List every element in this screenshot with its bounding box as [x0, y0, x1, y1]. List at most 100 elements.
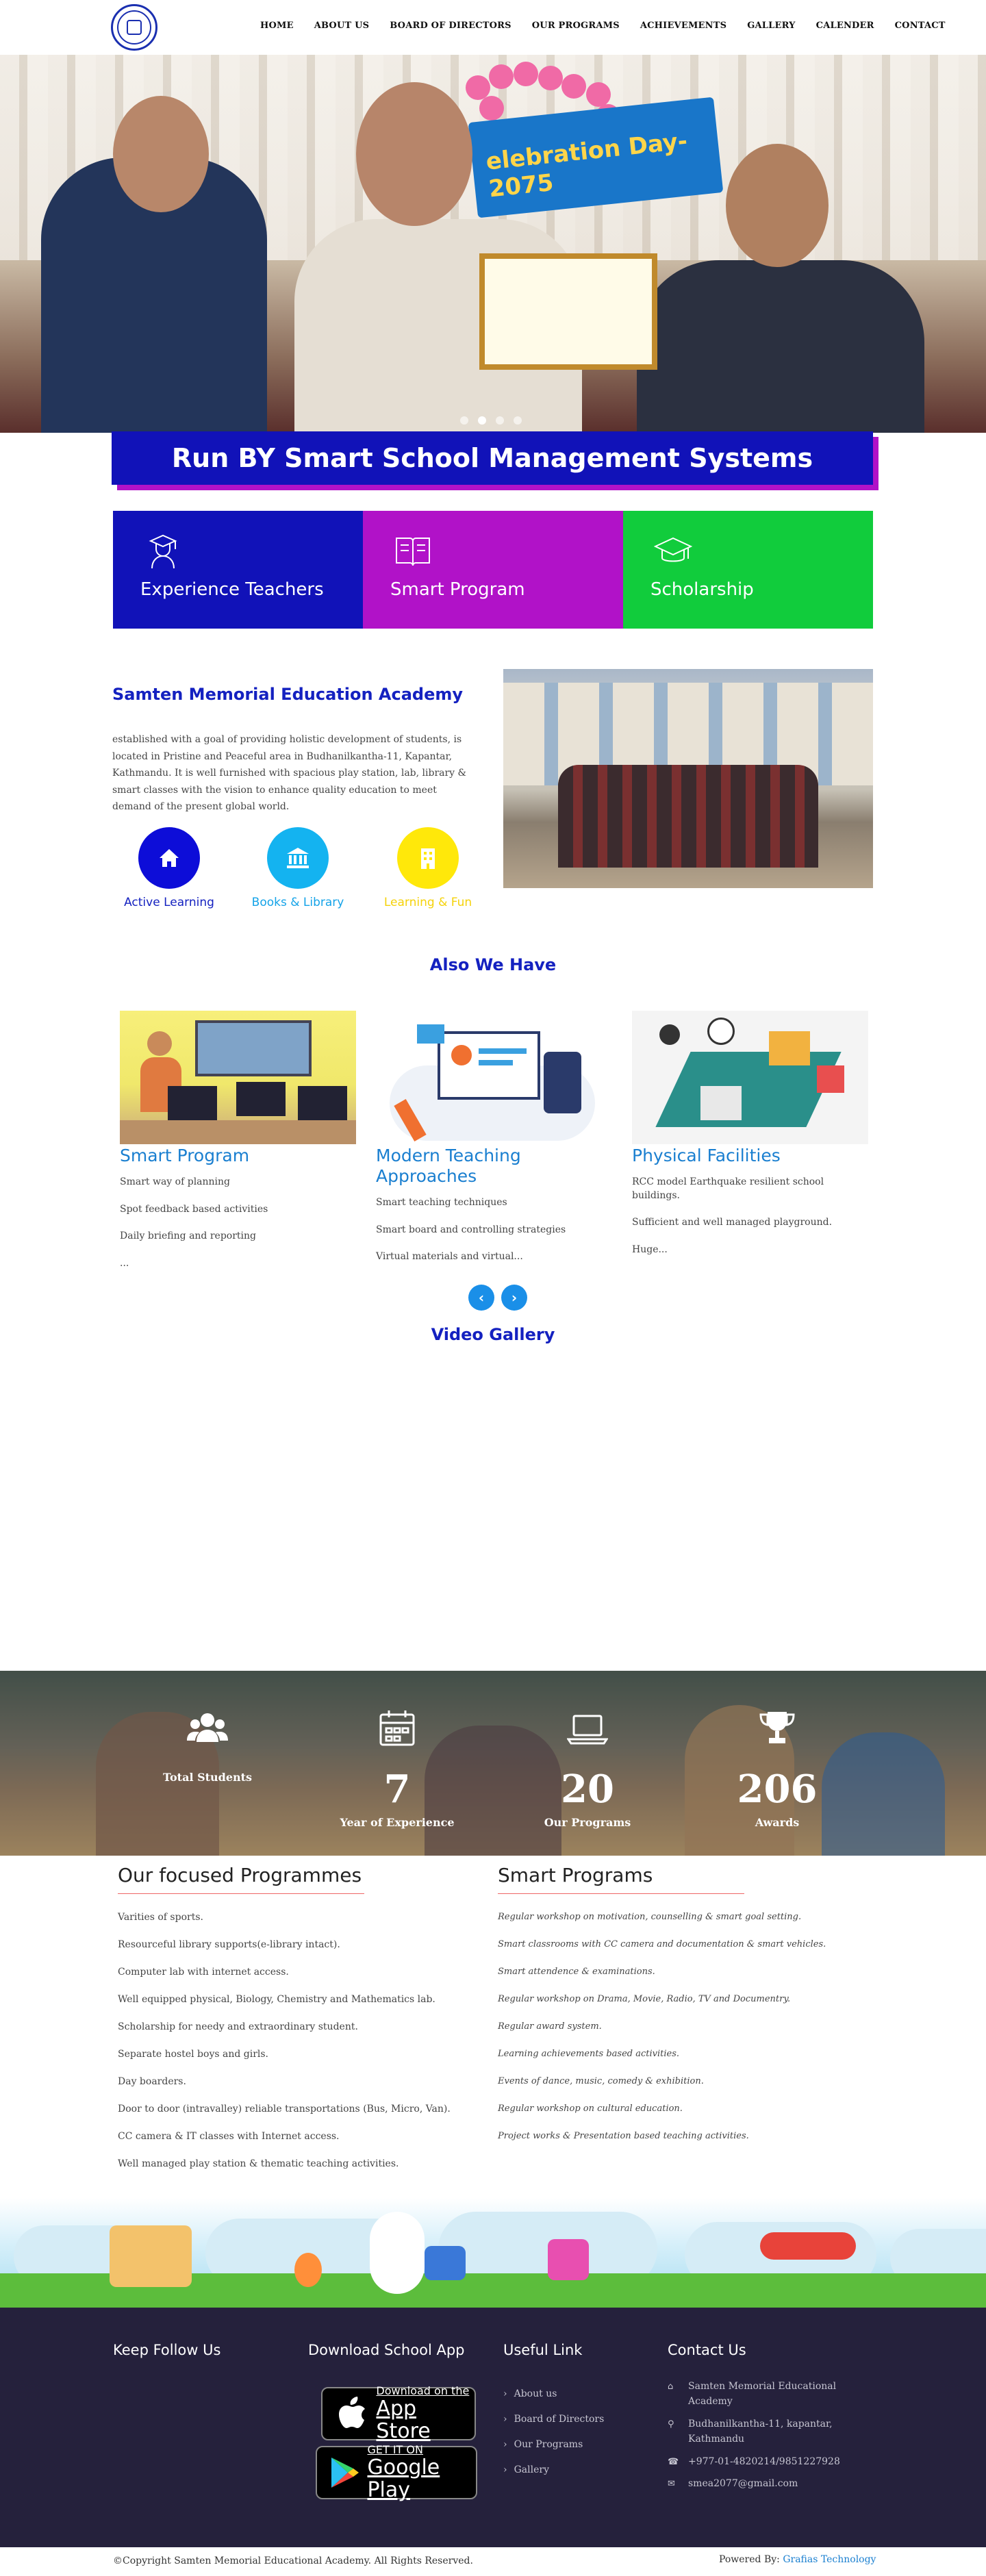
footer-link-about-us[interactable]: About us — [503, 2382, 604, 2407]
nav-achievements[interactable]: ACHIEVEMENTS — [640, 21, 726, 31]
active-learning-item[interactable]: Active Learning — [118, 827, 220, 909]
feature-label: Smart Program — [390, 579, 525, 600]
app-store-big-text: App Store — [376, 2396, 431, 2443]
users-icon — [187, 1713, 228, 1742]
card-item: ... — [120, 1257, 129, 1269]
nav-calender[interactable]: CALENDER — [816, 21, 874, 31]
google-play-small-text: GET IT ON — [367, 2443, 423, 2457]
contact-text[interactable]: smea2077@gmail.com — [688, 2478, 798, 2489]
app-store-button[interactable]: Download on the App Store — [321, 2385, 476, 2443]
carousel-controls: ‹ › — [468, 1285, 527, 1311]
laptop-icon — [567, 1715, 608, 1745]
stat-label: Total Students — [162, 1771, 253, 1784]
feature-experience-teachers[interactable]: Experience Teachers — [113, 511, 363, 629]
building-icon — [397, 827, 459, 889]
about-group-photo — [503, 669, 873, 888]
nav-gallery[interactable]: GALLERY — [747, 21, 795, 31]
list-item: Varities of sports. — [118, 1912, 203, 1923]
footer-link-gallery[interactable]: Gallery — [503, 2458, 604, 2483]
school-logo[interactable] — [111, 4, 157, 51]
nav-home[interactable]: HOME — [260, 21, 294, 31]
list-item: Well equipped physical, Biology, Chemist… — [118, 1994, 435, 2005]
footer-contact-list: ⌂ Samten Memorial Educational Academy ⚲ Bu… — [668, 2379, 852, 2491]
title-underline — [118, 1893, 364, 1894]
footer-link-programs[interactable]: Our Programs — [503, 2432, 604, 2458]
footer-bottom-bar: ©Copyright Samten Memorial Educational A… — [0, 2547, 986, 2576]
hero-slider[interactable]: elebration Day-2075 — [0, 55, 986, 433]
footer-contact-title: Contact Us — [668, 2342, 746, 2358]
graduation-cap-icon — [654, 537, 692, 562]
card-item: Daily briefing and reporting — [120, 1230, 256, 1242]
book-icon — [396, 538, 430, 566]
list-item: Smart classrooms with CC camera and docu… — [498, 1939, 826, 1949]
contact-location: ⚲ Budhanilkantha-11, kapantar, Kathmandu — [668, 2416, 852, 2447]
card-item: Smart board and controlling strategies — [376, 1224, 566, 1235]
contact-text: Samten Memorial Educational Academy — [688, 2381, 837, 2408]
smart-programs: Smart Programs Regular workshop on motiv… — [498, 1864, 854, 2150]
hero-certificate — [479, 253, 657, 370]
powered-by-link[interactable]: Grafias Technology — [783, 2554, 876, 2565]
feature-scholarship[interactable]: Scholarship — [623, 511, 873, 629]
card-modern-teaching[interactable]: Modern Teaching Approaches Smart teachin… — [376, 1011, 612, 1278]
card-smart-program[interactable]: Smart Program Smart way of planning Spot… — [120, 1011, 356, 1284]
contact-text[interactable]: +977-01-4820214/9851227928 — [688, 2456, 840, 2467]
features-row: Experience Teachers Smart Program Schola… — [113, 511, 873, 629]
focused-programmes: Our focused Programmes Varities of sport… — [118, 1864, 474, 2177]
nav-board-of-directors[interactable]: BOARD OF DIRECTORS — [390, 21, 511, 31]
footer-useful-links: Useful Link About us Board of Directors … — [503, 2342, 604, 2483]
card-title: Smart Program — [120, 1146, 250, 1165]
card-item: Smart teaching techniques — [376, 1197, 507, 1208]
list-item: Day boarders. — [118, 2076, 186, 2087]
card-physical-facilities[interactable]: Physical Facilities RCC model Earthquake… — [632, 1011, 868, 1270]
smart-programs-list: Regular workshop on motivation, counsell… — [498, 1904, 854, 2150]
card-list: Smart teaching techniques Smart board an… — [376, 1196, 612, 1264]
hero-dot[interactable] — [460, 416, 468, 425]
list-item: Learning achievements based activities. — [498, 2049, 680, 2059]
hero-person-center-head — [356, 82, 472, 226]
nav-our-programs[interactable]: OUR PROGRAMS — [532, 21, 620, 31]
active-learning-label: Active Learning — [124, 896, 214, 909]
about-description: established with a goal of providing hol… — [112, 734, 466, 812]
card-item: Virtual materials and virtual... — [376, 1251, 523, 1263]
chevron-left-icon: ‹ — [478, 1289, 485, 1306]
carousel-next-button[interactable]: › — [501, 1285, 527, 1311]
feature-smart-program[interactable]: Smart Program — [363, 511, 623, 629]
nav-about-us[interactable]: ABOUT US — [314, 21, 370, 31]
home-icon — [138, 827, 200, 889]
card-item: Smart way of planning — [120, 1176, 231, 1187]
learning-fun-item[interactable]: Learning & Fun — [377, 827, 479, 909]
footer-links-list: About us Board of Directors Our Programs… — [503, 2382, 605, 2483]
list-item: Regular award system. — [498, 2021, 602, 2032]
calendar-icon — [379, 1710, 415, 1746]
card-item: RCC model Earthquake resilient school bu… — [632, 1176, 824, 1201]
powered-by: Powered By: Grafias Technology — [719, 2554, 876, 2565]
powered-by-prefix: Powered By: — [719, 2554, 783, 2565]
rocking-horse-toy — [110, 2225, 192, 2287]
bunny-toy — [370, 2212, 425, 2294]
kids-toys-banner — [0, 2198, 986, 2308]
card-list: RCC model Earthquake resilient school bu… — [632, 1176, 868, 1257]
card-item: Spot feedback based activities — [120, 1203, 268, 1215]
about-photo-students — [558, 765, 818, 868]
stat-label: Our Programs — [544, 1816, 631, 1829]
google-play-button[interactable]: GET IT ON Google Play — [316, 2443, 477, 2501]
hero-person-right — [637, 260, 924, 433]
card-title: Modern Teaching Approaches — [376, 1146, 521, 1186]
stat-number: 206 — [737, 1767, 818, 1812]
hero-dot-active[interactable] — [478, 416, 486, 425]
list-item: Scholarship for needy and extraordinary … — [118, 2021, 358, 2032]
stat-number: 7 — [383, 1767, 411, 1812]
nav-contact[interactable]: CONTACT — [895, 21, 946, 31]
books-library-item[interactable]: Books & Library — [246, 827, 349, 909]
hero-person-left-head — [113, 96, 209, 212]
block-toy — [548, 2239, 589, 2280]
list-item: Regular workshop on motivation, counsell… — [498, 1912, 802, 1922]
hero-dot[interactable] — [496, 416, 504, 425]
footer-links-title: Useful Link — [503, 2342, 583, 2358]
hero-person-right-head — [726, 144, 829, 267]
carousel-prev-button[interactable]: ‹ — [468, 1285, 494, 1311]
hero-dot[interactable] — [514, 416, 522, 425]
list-item: Computer lab with internet access. — [118, 1967, 289, 1978]
hero-banner-text: elebration Day-2075 — [484, 127, 689, 203]
footer-link-board[interactable]: Board of Directors — [503, 2407, 605, 2432]
